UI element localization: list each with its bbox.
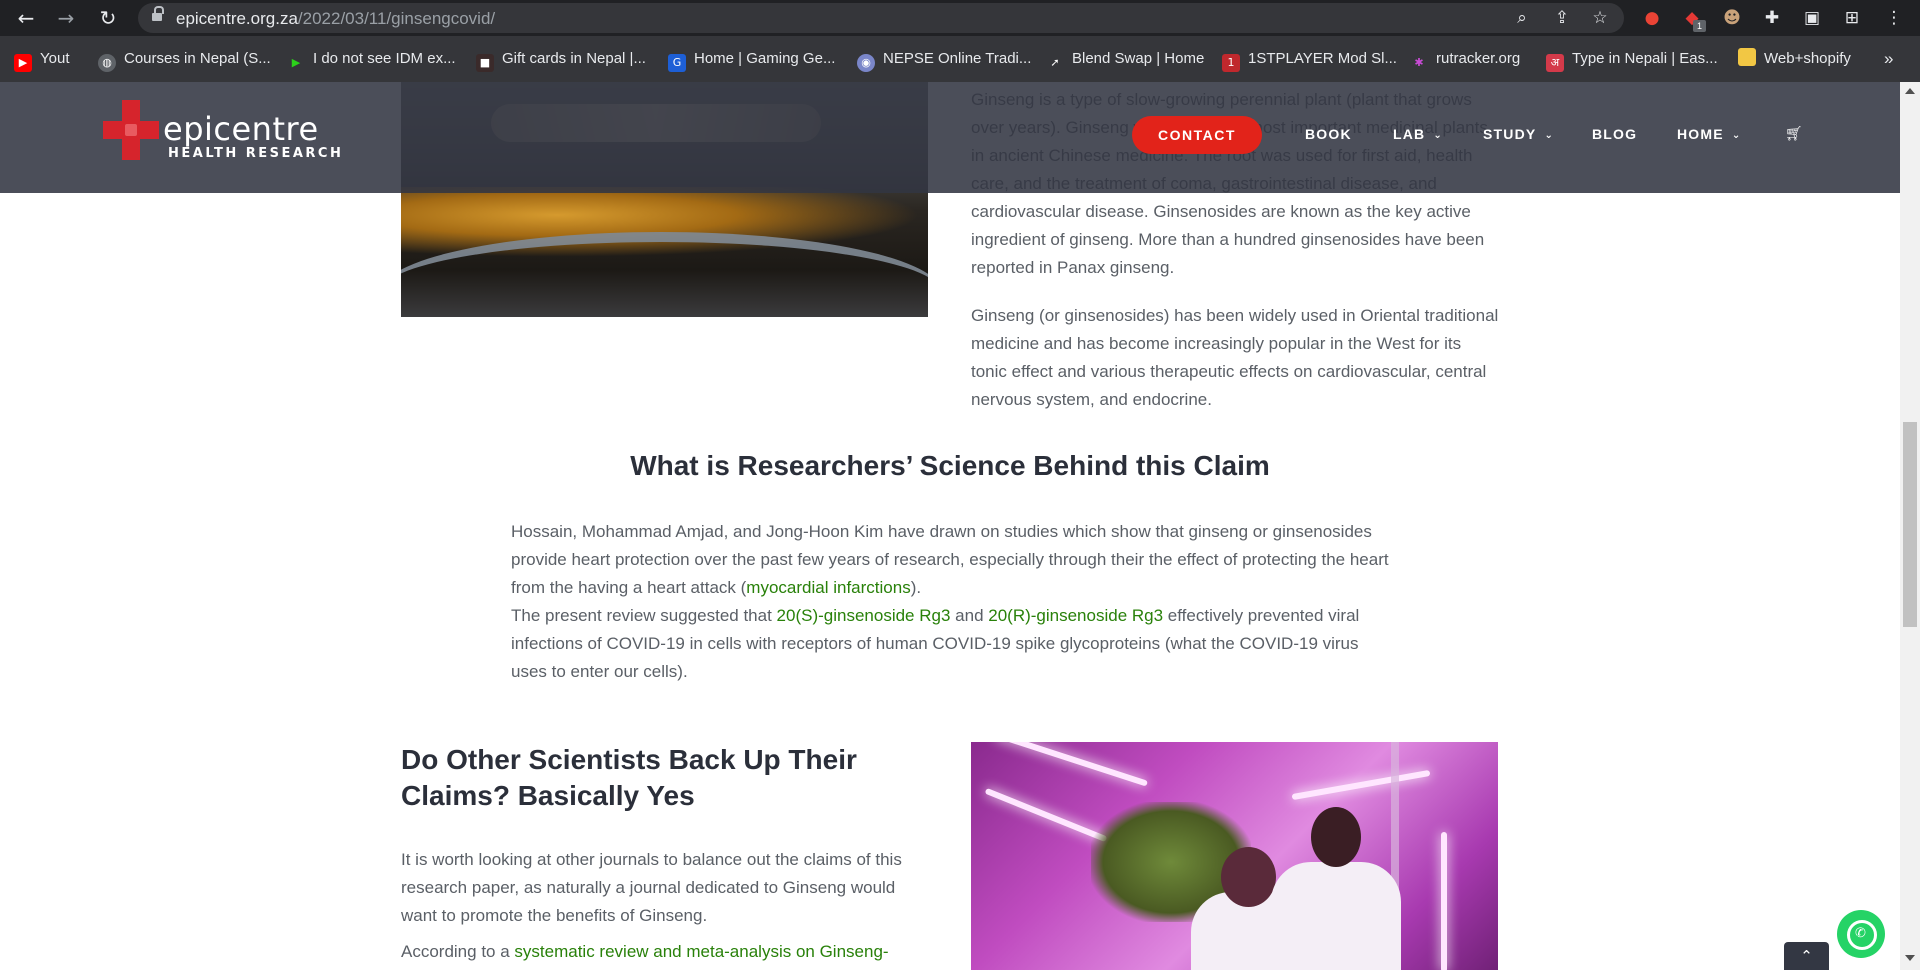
page-viewport: Ginseng is a type of slow-growing perenn… bbox=[0, 82, 1900, 970]
extensions-icon[interactable]: ✚ bbox=[1760, 6, 1784, 30]
nav-book[interactable]: BOOK bbox=[1305, 126, 1352, 142]
back-icon[interactable]: ← bbox=[14, 6, 38, 30]
text-run: and bbox=[950, 606, 989, 625]
section-heading-other-scientists: Do Other Scientists Back Up Their Claims… bbox=[401, 744, 857, 811]
contact-button[interactable]: CONTACT bbox=[1132, 116, 1262, 154]
rutracker-icon: ✱ bbox=[1414, 56, 1424, 69]
paragraph-review: The present review suggested that 20(S)-… bbox=[511, 602, 1391, 686]
bookmark-label: I do not see IDM ex... bbox=[313, 50, 456, 67]
chevron-down-icon: ⌄ bbox=[1731, 130, 1742, 141]
bookmark-label: Blend Swap | Home bbox=[1072, 50, 1205, 67]
site-header: epicentre HEALTH RESEARCH CONTACT BOOK L… bbox=[0, 82, 1900, 193]
url-text[interactable]: epicentre.org.za/2022/03/11/ginsengcovid… bbox=[176, 9, 495, 29]
browser-toolbar: ← → ↻ epicentre.org.za/2022/03/11/ginsen… bbox=[0, 0, 1920, 36]
bookmark-label: 1STPLAYER Mod Sl... bbox=[1248, 50, 1397, 67]
bookmark-label: Courses in Nepal (S... bbox=[124, 50, 271, 67]
extension-badge: 1 bbox=[1693, 20, 1706, 32]
link-20r-ginsenoside[interactable]: 20(R)-ginsenoside Rg3 bbox=[988, 606, 1163, 625]
forward-icon[interactable]: → bbox=[54, 6, 78, 30]
chevron-up-icon: ⌃ bbox=[1800, 947, 1813, 965]
bookmark-label: Gift cards in Nepal |... bbox=[502, 50, 646, 67]
blendswap-icon: ➚ bbox=[1050, 56, 1060, 69]
section-heading-researchers: What is Researchers’ Science Behind this… bbox=[630, 450, 1270, 481]
bookmark-label: Web+shopify bbox=[1764, 50, 1851, 67]
logo-cross-icon[interactable] bbox=[103, 100, 159, 160]
sidepanel-icon[interactable]: ▣ bbox=[1800, 6, 1824, 30]
lab-scientists-image bbox=[971, 742, 1498, 970]
whatsapp-button[interactable]: ✆ bbox=[1837, 910, 1885, 958]
bookmarks-bar: ▶ Yout ◍ Courses in Nepal (S... ▶ I do not … bbox=[0, 36, 1920, 83]
address-bar[interactable]: epicentre.org.za/2022/03/11/ginsengcovid… bbox=[138, 3, 1624, 33]
bookmark-item[interactable]: 1 1STPLAYER Mod Sl... bbox=[1222, 48, 1397, 72]
phone-icon: ✆ bbox=[1855, 926, 1866, 941]
url-path: /2022/03/11/ginsengcovid/ bbox=[297, 9, 496, 28]
link-20s-ginsenoside[interactable]: 20(S)-ginsenoside Rg3 bbox=[777, 606, 951, 625]
nav-label: BOOK bbox=[1305, 126, 1352, 142]
scroll-down-arrow-icon[interactable] bbox=[1905, 955, 1915, 961]
lock-icon[interactable] bbox=[152, 6, 164, 21]
nav-home[interactable]: HOME ⌄ bbox=[1677, 126, 1741, 142]
link-meta-analysis[interactable]: systematic review and meta-analysis on G… bbox=[514, 942, 888, 961]
text-run: According to a bbox=[401, 942, 515, 961]
paragraph-other-journals: It is worth looking at other journals to… bbox=[401, 850, 902, 925]
paragraph-meta-analysis: According to a systematic review and met… bbox=[401, 938, 931, 966]
bookmark-item[interactable]: ◉ NEPSE Online Tradi... bbox=[857, 48, 1032, 72]
logo-subtitle[interactable]: HEALTH RESEARCH bbox=[168, 146, 343, 161]
nav-label: BLOG bbox=[1592, 126, 1638, 142]
bookmark-label: Home | Gaming Ge... bbox=[694, 50, 836, 67]
1stplayer-icon: 1 bbox=[1222, 54, 1240, 72]
gaming-icon: G bbox=[668, 54, 686, 72]
bookmark-item[interactable]: ✱ rutracker.org bbox=[1410, 48, 1520, 70]
bookmark-item[interactable]: ▶ I do not see IDM ex... bbox=[287, 48, 456, 70]
nav-study[interactable]: STUDY ⌄ bbox=[1483, 126, 1554, 142]
scroll-up-arrow-icon[interactable] bbox=[1905, 88, 1915, 94]
star-icon[interactable]: ☆ bbox=[1590, 8, 1610, 28]
bookmark-label: rutracker.org bbox=[1436, 50, 1521, 67]
chevron-down-icon: ⌄ bbox=[1544, 130, 1555, 141]
logo-text[interactable]: epicentre bbox=[163, 110, 319, 148]
text-run: Hossain, Mohammad Amjad, and Jong-Hoon K… bbox=[511, 522, 1389, 597]
bookmark-item[interactable]: अ Type in Nepali | Eas... bbox=[1546, 48, 1718, 72]
bookmark-item[interactable]: ➚ Blend Swap | Home bbox=[1046, 48, 1204, 70]
scrollbar-thumb[interactable] bbox=[1903, 422, 1917, 627]
translate-extension-icon[interactable]: ⊞ bbox=[1840, 6, 1864, 30]
youtube-icon: ▶ bbox=[14, 54, 32, 72]
globe-icon: ◍ bbox=[98, 54, 116, 72]
bookmark-label: NEPSE Online Tradi... bbox=[883, 50, 1032, 67]
intro-paragraph-2: Ginseng (or ginsenosides) has been widel… bbox=[971, 306, 1499, 409]
nepse-icon: ◉ bbox=[857, 54, 875, 72]
scroll-to-top-button[interactable]: ⌃ bbox=[1784, 942, 1829, 970]
chevron-down-icon: ⌄ bbox=[1433, 130, 1443, 141]
cart-icon[interactable]: 🛒︎ bbox=[1785, 126, 1803, 142]
bookmark-item[interactable]: ■ Gift cards in Nepal |... bbox=[476, 48, 646, 72]
bookmark-item[interactable]: ◍ Courses in Nepal (S... bbox=[98, 48, 271, 72]
reload-icon[interactable]: ↻ bbox=[96, 6, 120, 30]
link-myocardial-infarctions[interactable]: myocardial infarctions bbox=[746, 578, 910, 597]
share-icon[interactable]: ⇪ bbox=[1552, 8, 1572, 28]
bookmark-label: Yout bbox=[40, 50, 70, 67]
nav-lab[interactable]: LAB ⌄ bbox=[1393, 126, 1443, 142]
paragraph-hossain: Hossain, Mohammad Amjad, and Jong-Hoon K… bbox=[511, 518, 1391, 602]
owl-extension-icon[interactable]: ☻ bbox=[1720, 6, 1744, 30]
nav-label: HOME bbox=[1677, 126, 1724, 142]
giftcard-icon: ■ bbox=[476, 54, 494, 72]
nepali-icon: अ bbox=[1546, 54, 1564, 72]
bookmark-item[interactable]: G Home | Gaming Ge... bbox=[668, 48, 836, 72]
flag-icon: ▶ bbox=[291, 56, 301, 69]
nav-blog[interactable]: BLOG bbox=[1592, 126, 1637, 142]
url-domain: epicentre.org.za bbox=[176, 9, 298, 28]
more-bookmarks-button[interactable]: » bbox=[1884, 48, 1893, 70]
text-run: The present review suggested that bbox=[511, 606, 777, 625]
text-run: ). bbox=[910, 578, 922, 597]
nav-label: LAB bbox=[1393, 126, 1426, 142]
map-pin-extension-icon[interactable]: ● bbox=[1640, 6, 1664, 30]
menu-icon[interactable]: ⋮ bbox=[1882, 6, 1906, 30]
bookmark-item[interactable]: Web+shopify bbox=[1738, 48, 1851, 70]
bookmark-item[interactable]: ▶ Yout bbox=[14, 48, 70, 72]
nav-label: STUDY bbox=[1483, 126, 1537, 142]
bookmark-label: Type in Nepali | Eas... bbox=[1572, 50, 1718, 67]
zoom-icon[interactable]: ⌕ bbox=[1512, 8, 1532, 28]
folder-icon bbox=[1738, 48, 1756, 66]
